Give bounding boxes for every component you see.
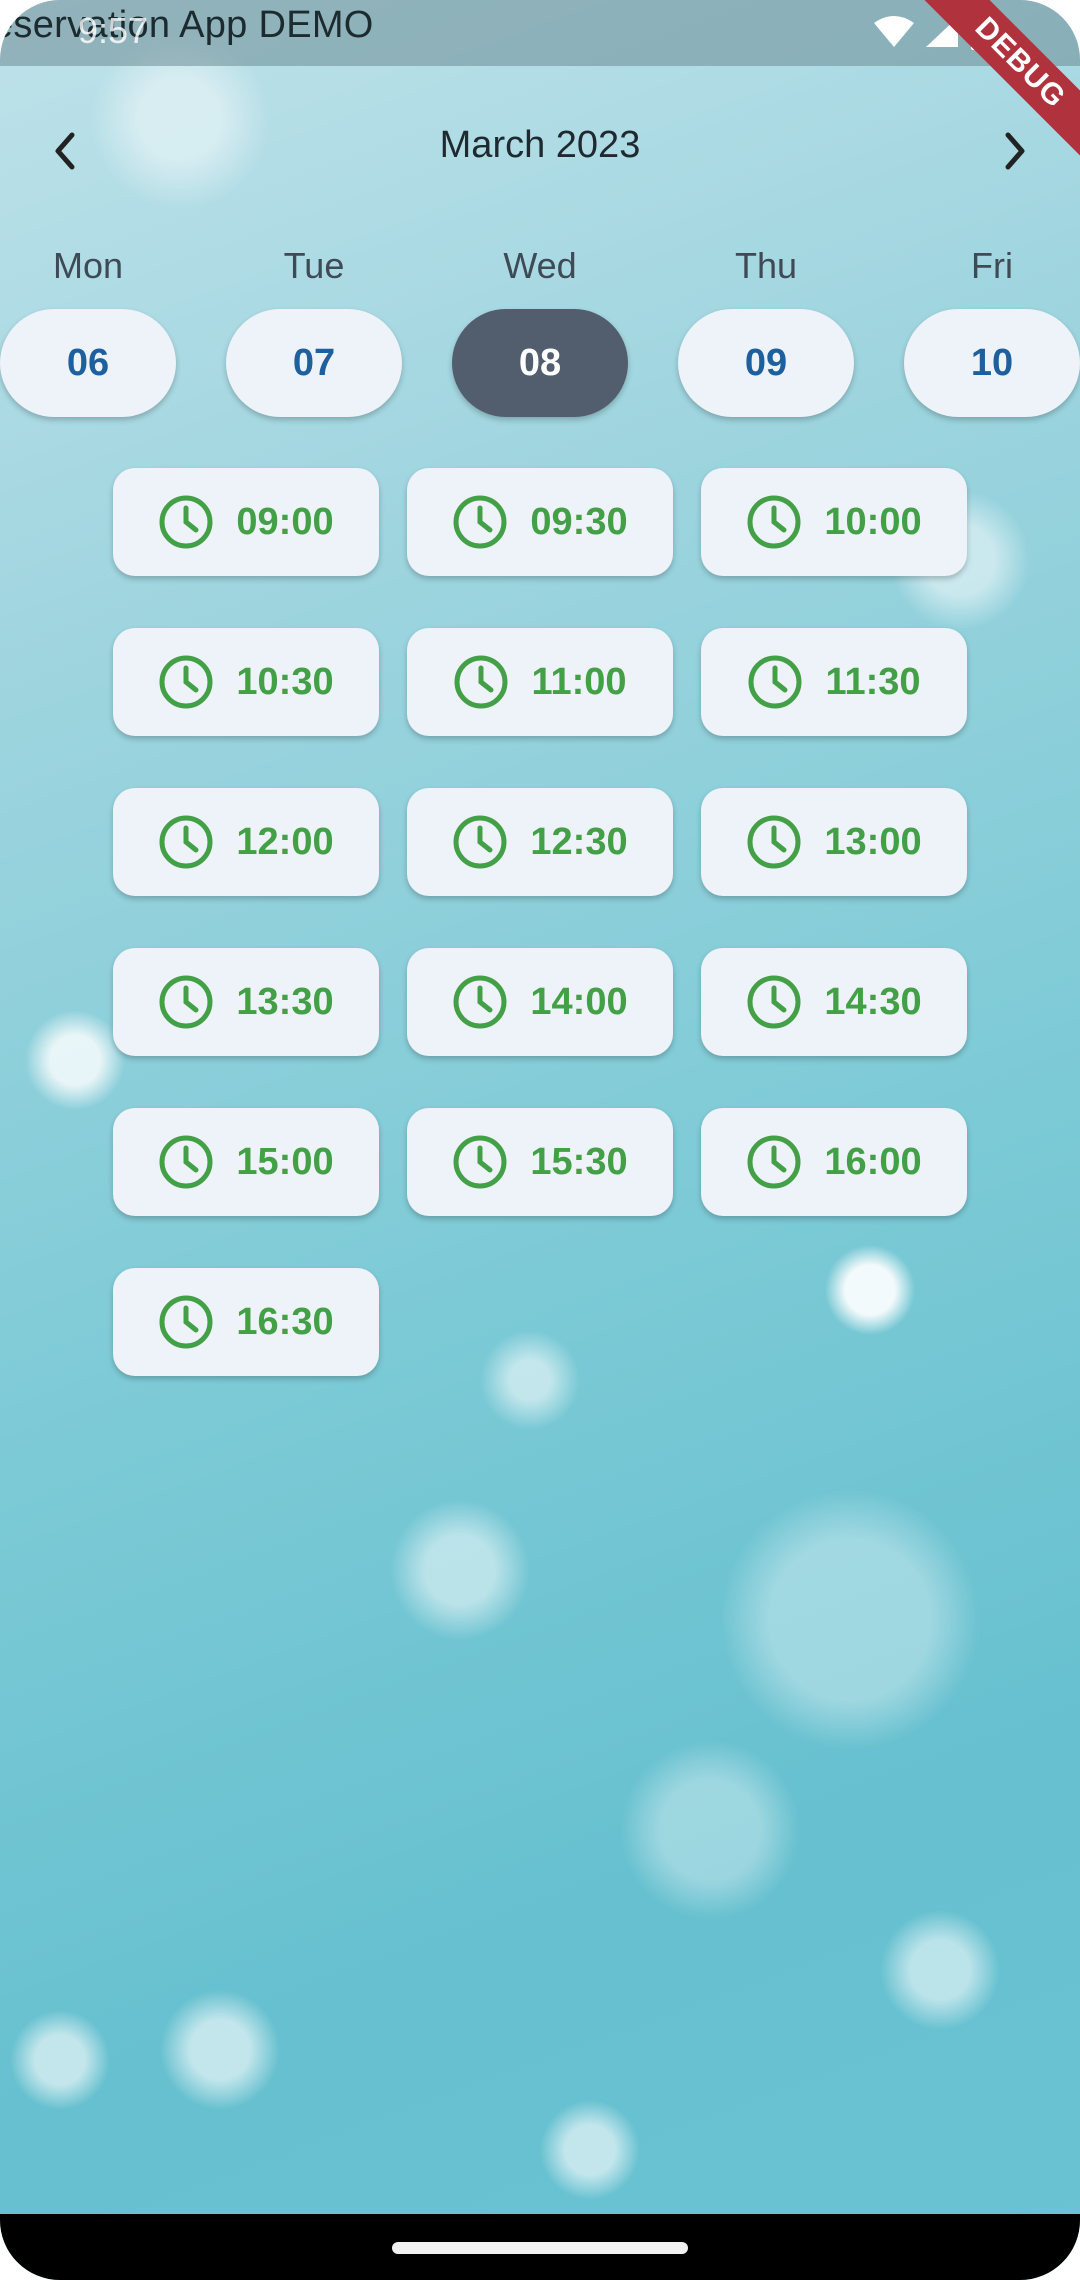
day-button-selected[interactable]: 08 xyxy=(452,309,628,417)
time-slot-button[interactable]: 14:00 xyxy=(407,948,673,1056)
time-slot-button[interactable]: 09:30 xyxy=(407,468,673,576)
time-slot-label: 09:00 xyxy=(236,500,334,543)
status-time: 9:57 xyxy=(78,10,149,51)
day-column: Fri 10 xyxy=(904,245,1080,417)
next-month-button[interactable] xyxy=(990,128,1040,178)
app-screen: eservation App DEMO 9:57 DEBUG March 202… xyxy=(0,0,1080,2280)
time-slot-button[interactable]: 10:00 xyxy=(701,468,967,576)
time-slot-label: 12:00 xyxy=(236,820,334,863)
day-name: Wed xyxy=(503,245,577,286)
app-title: eservation App DEMO xyxy=(0,4,374,46)
clock-icon xyxy=(158,494,214,550)
time-slot-label: 10:30 xyxy=(236,660,334,703)
clock-icon xyxy=(158,1294,214,1350)
time-slot-button[interactable]: 13:00 xyxy=(701,788,967,896)
time-slot-button[interactable]: 10:30 xyxy=(113,628,379,736)
status-bar: eservation App DEMO 9:57 xyxy=(0,0,1080,66)
time-slot-label: 13:00 xyxy=(824,820,922,863)
time-slot-button[interactable]: 11:00 xyxy=(407,628,673,736)
day-column: Wed 08 xyxy=(452,245,628,417)
month-header: March 2023 xyxy=(0,110,1080,190)
day-button[interactable]: 09 xyxy=(678,309,854,417)
time-slot-button[interactable]: 15:00 xyxy=(113,1108,379,1216)
home-indicator[interactable] xyxy=(392,2242,688,2254)
day-column: Thu 09 xyxy=(678,245,854,417)
day-name: Mon xyxy=(52,245,124,286)
time-slot-label: 15:30 xyxy=(530,1140,628,1183)
time-slot-label: 14:30 xyxy=(824,980,922,1023)
clock-icon xyxy=(453,654,509,710)
day-column: Tue 07 xyxy=(226,245,402,417)
time-slot-button[interactable]: 12:00 xyxy=(113,788,379,896)
chevron-right-icon xyxy=(1000,131,1030,176)
wifi-icon xyxy=(874,15,914,54)
time-slot-label: 10:00 xyxy=(824,500,922,543)
time-slot-label: 12:30 xyxy=(530,820,628,863)
clock-icon xyxy=(158,974,214,1030)
clock-icon xyxy=(452,1134,508,1190)
clock-icon xyxy=(746,814,802,870)
clock-icon xyxy=(452,494,508,550)
time-slot-label: 16:00 xyxy=(824,1140,922,1183)
day-button[interactable]: 06 xyxy=(0,309,176,417)
clock-icon xyxy=(158,814,214,870)
time-slot-button[interactable]: 13:30 xyxy=(113,948,379,1056)
time-slot-label: 09:30 xyxy=(530,500,628,543)
time-slot-button[interactable]: 11:30 xyxy=(701,628,967,736)
day-button[interactable]: 07 xyxy=(226,309,402,417)
day-name: Fri xyxy=(971,245,1013,286)
time-slot-label: 14:00 xyxy=(530,980,628,1023)
time-slot-label: 13:30 xyxy=(236,980,334,1023)
time-slot-label: 11:00 xyxy=(531,660,627,703)
system-navigation-bar xyxy=(0,2214,1080,2280)
time-slot-button[interactable]: 16:30 xyxy=(113,1268,379,1376)
clock-icon xyxy=(747,654,803,710)
time-slot-label: 16:30 xyxy=(236,1300,334,1343)
day-name: Tue xyxy=(283,245,345,286)
day-name: Thu xyxy=(734,245,798,286)
time-slot-label: 11:30 xyxy=(825,660,921,703)
clock-icon xyxy=(158,1134,214,1190)
time-slot-button[interactable]: 15:30 xyxy=(407,1108,673,1216)
time-slot-button[interactable]: 16:00 xyxy=(701,1108,967,1216)
month-title: March 2023 xyxy=(439,124,641,166)
time-slot-button[interactable]: 14:30 xyxy=(701,948,967,1056)
clock-icon xyxy=(158,654,214,710)
time-slot-grid: 09:00 09:30 10:00 10:30 11:00 11:30 12:0… xyxy=(113,468,973,1376)
clock-icon xyxy=(452,974,508,1030)
time-slot-label: 15:00 xyxy=(236,1140,334,1183)
time-slot-button[interactable]: 12:30 xyxy=(407,788,673,896)
clock-icon xyxy=(746,974,802,1030)
day-column: Mon 06 xyxy=(0,245,176,417)
time-slot-button[interactable]: 09:00 xyxy=(113,468,379,576)
day-button[interactable]: 10 xyxy=(904,309,1080,417)
clock-icon xyxy=(452,814,508,870)
clock-icon xyxy=(746,494,802,550)
clock-icon xyxy=(746,1134,802,1190)
